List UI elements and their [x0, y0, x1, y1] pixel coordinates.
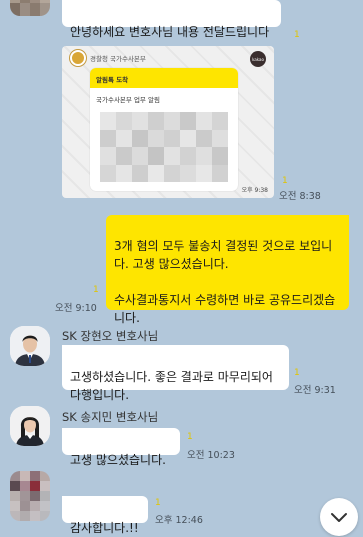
police-logo-icon — [70, 50, 86, 66]
unread-count: 1 — [93, 285, 99, 295]
kakao-badge-icon: kakao — [250, 51, 266, 67]
unread-count: 1 — [155, 498, 161, 508]
unread-count: 1 — [294, 30, 300, 40]
person-female-icon — [10, 406, 50, 446]
unread-count: 1 — [187, 432, 193, 442]
message-timestamp: 오전 10:23 — [187, 450, 235, 461]
sender-name: SK 송지민 변호사님 — [62, 410, 159, 424]
avatar-blurred-top — [10, 0, 50, 16]
scroll-to-bottom-button[interactable] — [320, 498, 358, 536]
message-timestamp: 오후 12:46 — [155, 515, 203, 526]
card-org-name: 경찰청 국가수사본부 — [90, 55, 146, 63]
avatar-blurred[interactable] — [10, 471, 50, 521]
chevron-down-icon — [331, 513, 347, 522]
sender-name: SK 장현오 변호사님 — [62, 329, 159, 343]
message-bubble[interactable]: 고생 많으셨습니다. — [62, 428, 180, 467]
alert-subject: 국가수사본부 업무 알림 — [96, 96, 160, 104]
message-bubble[interactable]: 고생하셨습니다. 좋은 결과로 마무리되어 다행입니다. — [62, 345, 289, 402]
card-header: 경찰청 국가수사본부 — [62, 46, 274, 70]
message-timestamp: 오전 8:38 — [279, 191, 321, 202]
lawyer1-avatar[interactable] — [10, 326, 50, 366]
unread-count: 1 — [282, 176, 288, 186]
lawyer2-avatar[interactable] — [10, 406, 50, 446]
alert-card: 알림톡 도착 국가수사본부 업무 알림 — [90, 68, 238, 191]
person-male-icon — [10, 326, 50, 366]
message-timestamp: 오전 9:31 — [294, 385, 336, 396]
card-timestamp: 오후 9:38 — [241, 187, 268, 194]
message-text: 고생하셨습니다. 좋은 결과로 마무리되어 다행입니다. — [70, 370, 273, 402]
kakao-badge-label: kakao — [252, 56, 264, 62]
message-bubble[interactable]: 감사합니다.!! — [62, 496, 148, 535]
image-message[interactable]: 경찰청 국가수사본부 kakao 알림톡 도착 국가수사본부 업무 알림 오후 … — [62, 46, 274, 198]
message-bubble[interactable]: 안녕하세요 변호사님 내용 전달드립니다 — [62, 0, 281, 39]
message-text: 안녕하세요 변호사님 내용 전달드립니다 — [70, 25, 270, 39]
message-text: 3개 혐의 모두 불송치 결정된 것으로 보입니다. 고생 많으셨습니다. 수사… — [114, 239, 336, 325]
unread-count: 1 — [294, 368, 300, 378]
message-text: 감사합니다.!! — [70, 521, 139, 535]
my-message-bubble[interactable]: 3개 혐의 모두 불송치 결정된 것으로 보입니다. 고생 많으셨습니다. 수사… — [106, 215, 349, 325]
alert-title: 알림톡 도착 — [90, 68, 238, 88]
message-timestamp: 오전 9:10 — [55, 303, 97, 314]
message-text: 고생 많으셨습니다. — [70, 453, 166, 467]
redacted-content — [100, 112, 228, 182]
